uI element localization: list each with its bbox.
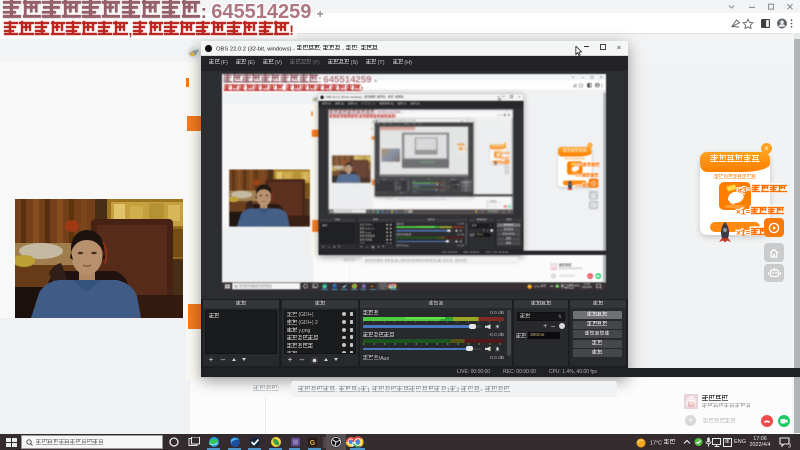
- svg-text:G: G: [371, 284, 374, 288]
- svg-text:G: G: [310, 440, 316, 447]
- svg-text:3: 3: [788, 443, 791, 448]
